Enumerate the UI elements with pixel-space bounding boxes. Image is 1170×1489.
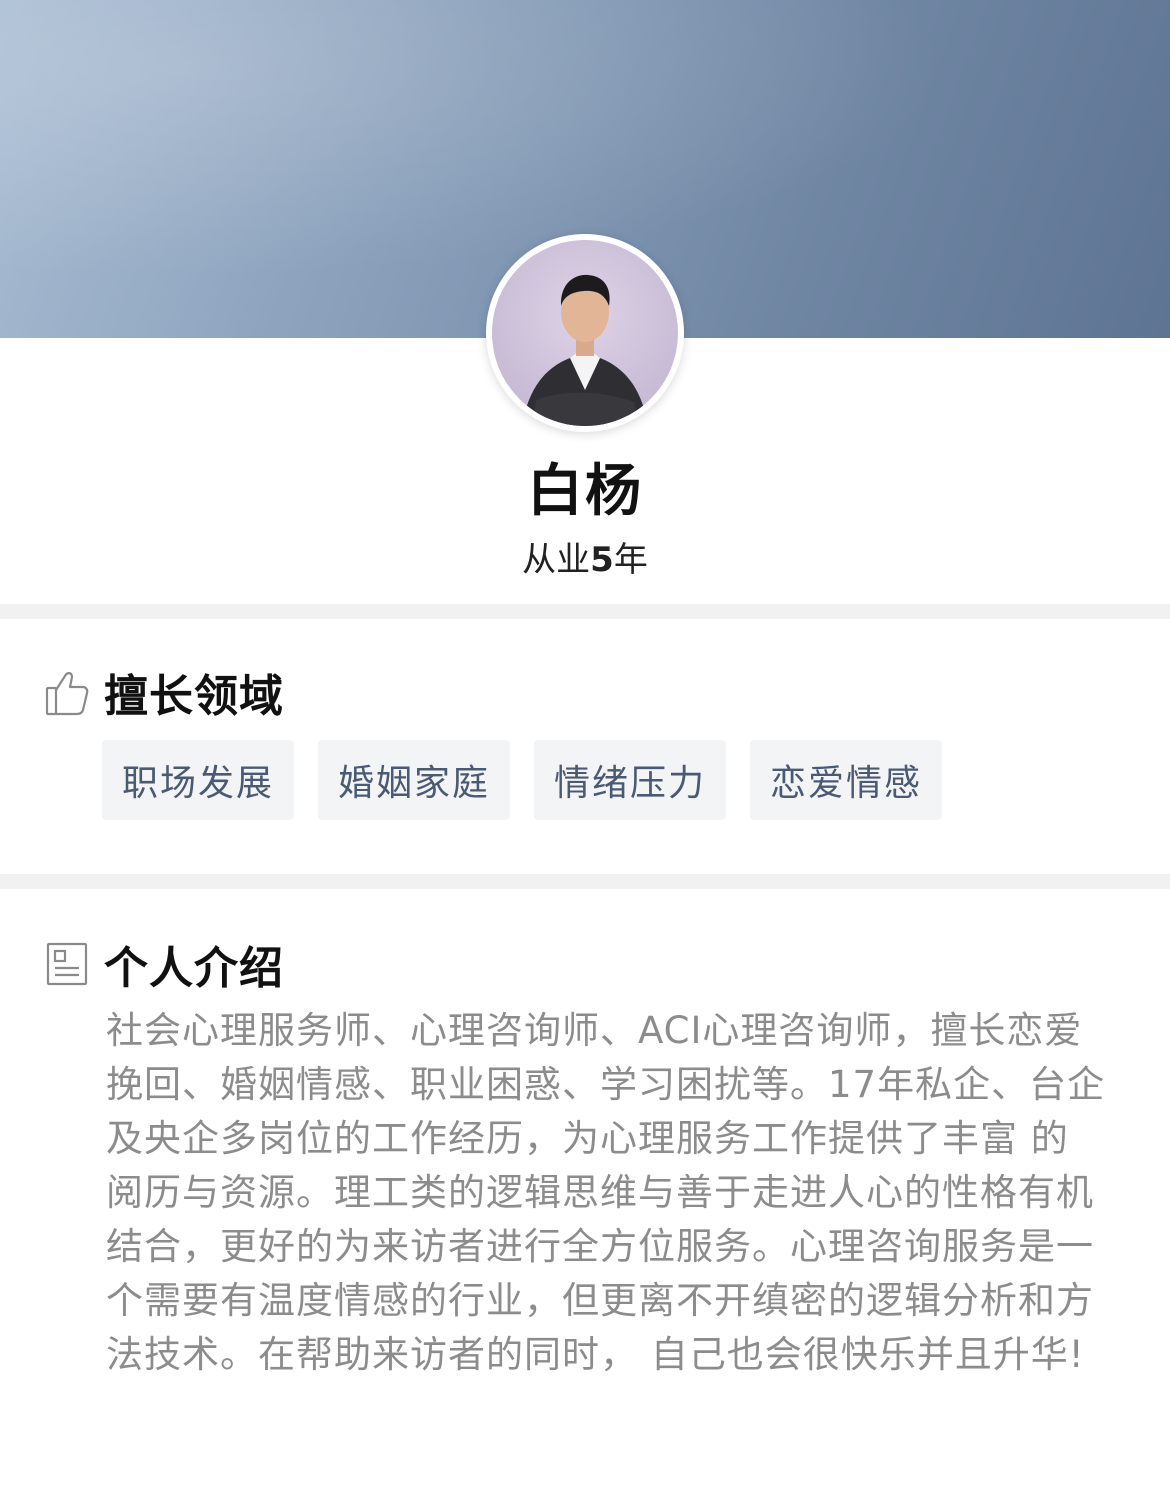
- intro-header: 个人介绍: [44, 932, 284, 996]
- expertise-header: 擅长领域: [44, 660, 284, 724]
- intro-title: 个人介绍: [104, 943, 284, 994]
- profile-page: 白杨 从业5年 擅长领域 职场发展 婚姻家庭 情绪压力 恋爱情感 个人介绍 社会…: [0, 0, 1170, 1489]
- thumbs-up-icon: [44, 667, 90, 717]
- tag-relationship[interactable]: 恋爱情感: [750, 740, 943, 820]
- avatar-photo: [492, 240, 678, 426]
- tag-career[interactable]: 职场发展: [102, 740, 295, 820]
- avatar[interactable]: [486, 234, 684, 432]
- person-portrait-icon: [522, 274, 648, 426]
- tag-emotion-stress[interactable]: 情绪压力: [534, 740, 727, 820]
- profile-name: 白杨: [527, 459, 643, 524]
- years-value: 5: [590, 540, 614, 580]
- experience-years: 从业5年: [0, 532, 1170, 581]
- expertise-tags: 职场发展 婚姻家庭 情绪压力 恋爱情感: [102, 740, 966, 820]
- expertise-title: 擅长领域: [104, 671, 284, 722]
- section-divider: [0, 604, 1170, 619]
- document-icon: [44, 939, 90, 989]
- tag-marriage[interactable]: 婚姻家庭: [318, 740, 511, 820]
- intro-text: 社会心理服务师、心理咨询师、ACI心理咨询师，擅长恋爱挽回、婚姻情感、职业困惑、…: [106, 1009, 1106, 1376]
- years-prefix: 从业: [522, 540, 591, 580]
- section-divider: [0, 874, 1170, 889]
- years-suffix: 年: [613, 540, 648, 580]
